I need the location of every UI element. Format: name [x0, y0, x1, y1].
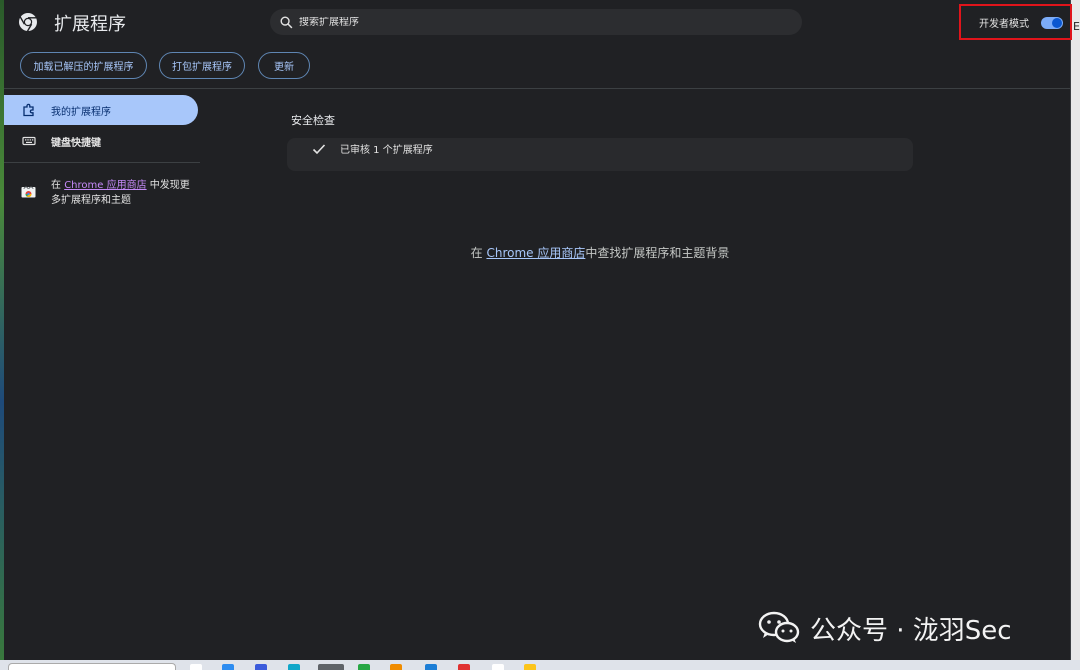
web-store-link[interactable]: Chrome 应用商店	[64, 180, 146, 191]
desktop-edge-text: E	[1073, 20, 1080, 33]
toggle-knob	[1052, 18, 1062, 28]
sidebar-divider	[4, 162, 200, 163]
safety-check-title: 安全检查	[291, 114, 335, 127]
taskbar-app-icon[interactable]	[318, 664, 344, 670]
check-icon	[312, 144, 326, 155]
safety-check-card: 已审核 1 个扩展程序	[287, 138, 913, 171]
taskbar-app-icon[interactable]	[190, 664, 202, 670]
sidebar-item-keyboard-shortcuts[interactable]: 键盘快捷键	[4, 126, 198, 156]
sidebar-item-my-extensions[interactable]: 我的扩展程序	[4, 95, 198, 125]
sidebar-item-label: 键盘快捷键	[51, 137, 101, 149]
search-input[interactable]	[299, 16, 779, 28]
taskbar-app-icon[interactable]	[524, 664, 536, 670]
load-unpacked-button[interactable]: 加载已解压的扩展程序	[20, 52, 147, 79]
chrome-logo-icon	[19, 13, 37, 32]
keyboard-icon	[22, 136, 36, 146]
safety-check-text: 已审核 1 个扩展程序	[340, 145, 433, 156]
taskbar-search[interactable]	[8, 663, 176, 670]
taskbar-app-icon[interactable]	[255, 664, 267, 670]
update-button[interactable]: 更新	[258, 52, 310, 79]
wechat-icon	[758, 611, 800, 643]
taskbar-app-icon[interactable]	[458, 664, 470, 670]
empty-state-store-link[interactable]: Chrome 应用商店	[486, 246, 585, 260]
watermark-text: 公众号 · 泷羽Sec	[810, 615, 1012, 646]
taskbar-app-icon[interactable]	[288, 664, 300, 670]
empty-state-message: 在 Chrome 应用商店中查找扩展程序和主题背景	[4, 244, 1080, 261]
puzzle-icon	[23, 103, 34, 117]
empty-prefix-text: 在	[470, 246, 487, 260]
dev-mode-toggle[interactable]	[1041, 17, 1063, 29]
web-store-promo-text: 在 Chrome 应用商店 中发现更多扩展程序和主题	[51, 178, 196, 208]
taskbar-app-icon[interactable]	[358, 664, 370, 670]
os-taskbar	[0, 660, 1080, 670]
sidebar-item-label: 我的扩展程序	[51, 106, 111, 118]
page-header: 扩展程序 开发者模式	[4, 0, 1072, 44]
search-bar[interactable]	[270, 9, 802, 35]
page-title: 扩展程序	[54, 14, 126, 35]
dev-toolbar: 加载已解压的扩展程序 打包扩展程序 更新	[4, 52, 1070, 80]
wechat-watermark: 公众号 · 泷羽Sec	[758, 608, 1012, 648]
store-prefix-text: 在	[51, 180, 65, 191]
taskbar-app-icon[interactable]	[425, 664, 437, 670]
taskbar-app-icon[interactable]	[492, 664, 504, 670]
dev-mode-highlight-box: 开发者模式	[959, 4, 1072, 40]
web-store-promo: 在 Chrome 应用商店 中发现更多扩展程序和主题	[4, 178, 200, 210]
desktop-right-edge: E	[1071, 0, 1080, 670]
taskbar-app-icon[interactable]	[222, 664, 234, 670]
chrome-web-store-icon	[21, 186, 36, 198]
search-icon	[280, 16, 293, 28]
dev-mode-label: 开发者模式	[979, 18, 1029, 30]
pack-extension-button[interactable]: 打包扩展程序	[159, 52, 245, 79]
empty-suffix-text: 中查找扩展程序和主题背景	[585, 246, 730, 260]
taskbar-app-icon[interactable]	[390, 664, 402, 670]
extensions-window: 扩展程序 开发者模式 加载已解压的扩展程序 打包扩展程序 更新 我的扩展程序	[4, 0, 1072, 660]
header-divider	[4, 88, 1070, 89]
